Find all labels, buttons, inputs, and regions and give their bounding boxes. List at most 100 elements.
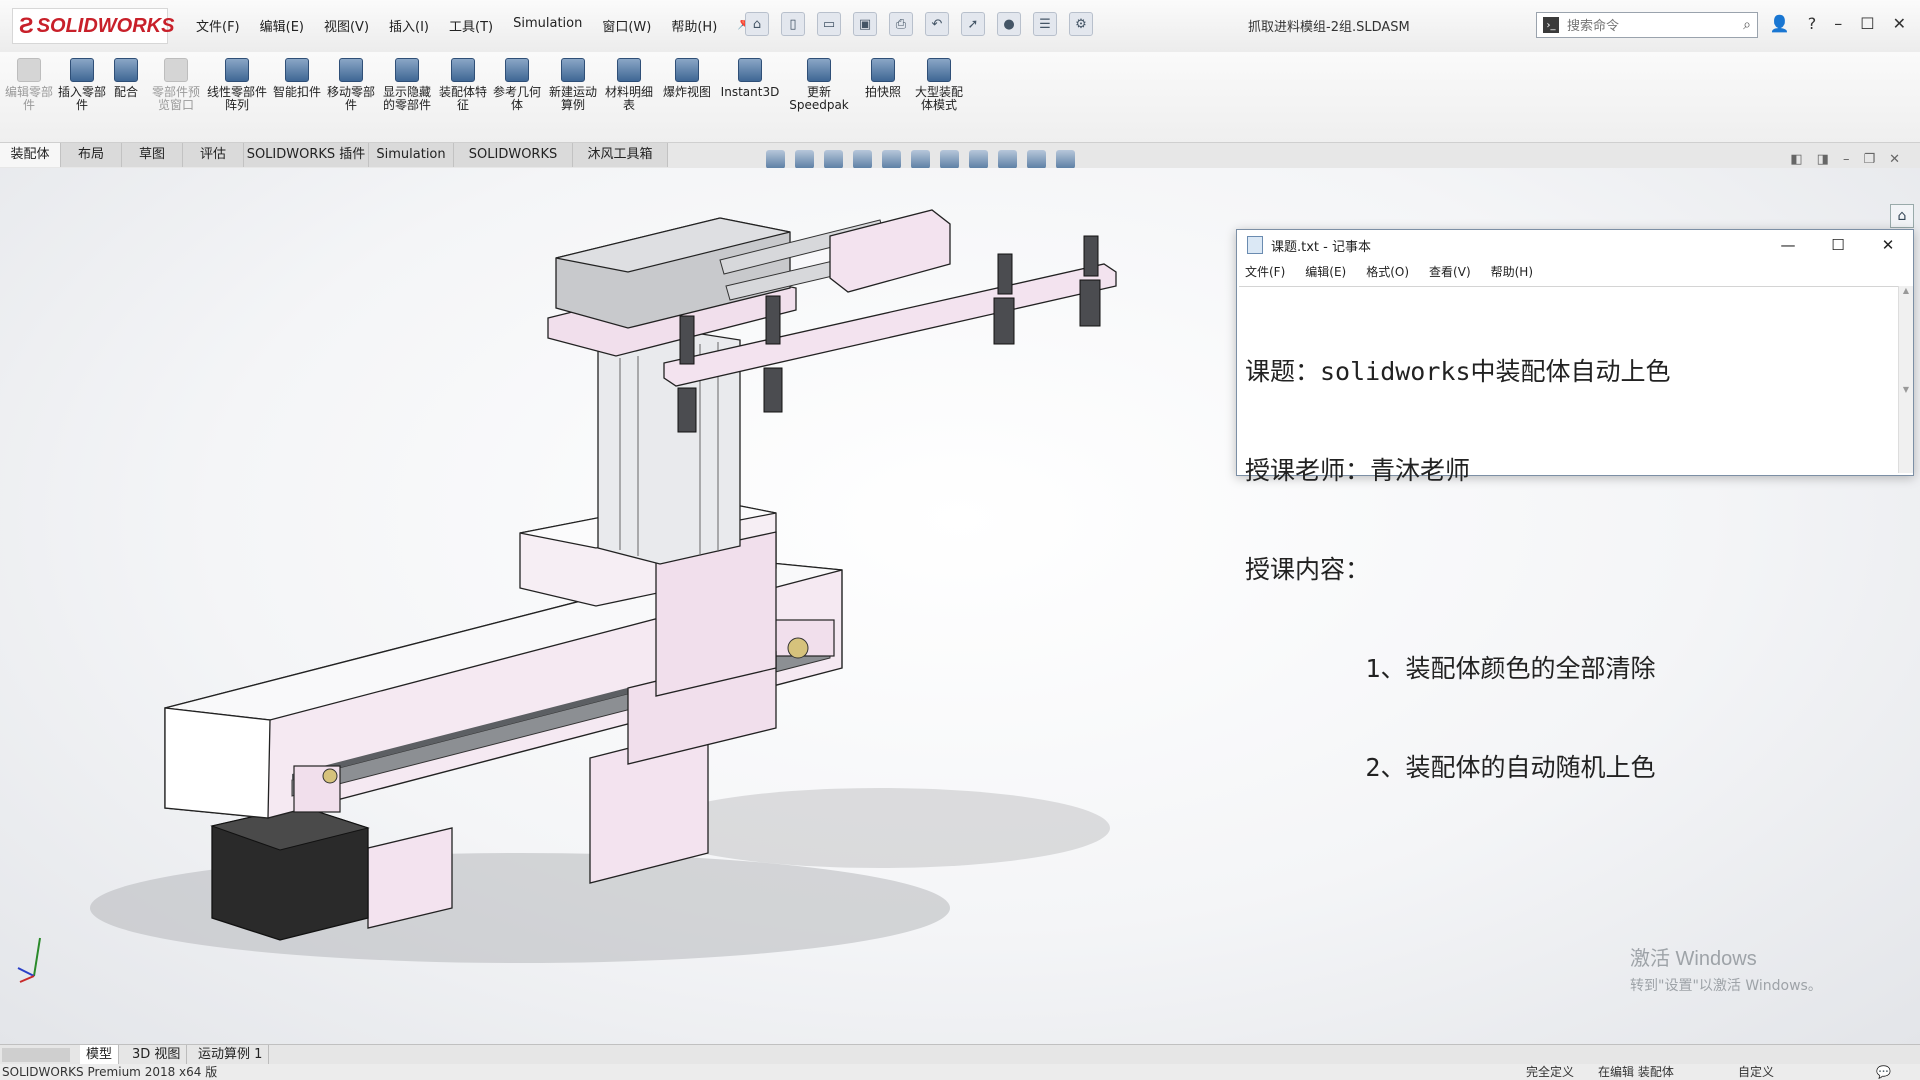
undo-icon[interactable]: ↶ (925, 12, 949, 36)
previous-view-icon[interactable] (824, 150, 843, 169)
tab-assembly[interactable]: 装配体 (0, 143, 61, 167)
notepad-menu-help[interactable]: 帮助(H) (1491, 263, 1533, 280)
solidworks-logo[interactable]: Ƨ SOLIDWORKS (12, 8, 174, 44)
doc-close-button[interactable]: ✕ (1889, 152, 1900, 167)
view-orientation-icon[interactable] (911, 150, 930, 169)
section-view-icon[interactable] (853, 150, 872, 169)
show-hidden-button[interactable]: 显示隐藏的零部件 (378, 58, 436, 112)
instant3d-button[interactable]: Instant3D (718, 58, 782, 99)
menu-window[interactable]: 窗口(W) (602, 16, 651, 35)
notepad-menu-file[interactable]: 文件(F) (1245, 263, 1285, 280)
notepad-text-area[interactable]: 课题：solidworks中装配体自动上色 授课老师：青沐老师 授课内容： 1、… (1239, 286, 1899, 782)
exploded-view-icon (675, 58, 699, 82)
help-icon[interactable]: ? (1808, 14, 1817, 33)
search-command-box[interactable]: ›_ ⌕ (1536, 12, 1758, 38)
menu-edit[interactable]: 编辑(E) (260, 16, 304, 35)
bearing (787, 637, 809, 659)
new-motion-study-button[interactable]: 新建运动算例 (546, 58, 600, 112)
tab-sketch[interactable]: 草图 (122, 143, 183, 167)
notepad-close-button[interactable]: ✕ (1863, 230, 1913, 260)
new-document-icon[interactable]: ▯ (781, 12, 805, 36)
linear-pattern-icon (225, 58, 249, 82)
assembly-features-button[interactable]: 装配体特征 (436, 58, 490, 112)
close-button[interactable]: ✕ (1893, 14, 1906, 33)
notepad-maximize-button[interactable]: ☐ (1813, 230, 1863, 260)
notepad-minimize-button[interactable]: — (1763, 230, 1813, 260)
tab-mufeng-toolbox[interactable]: 沐风工具箱 (573, 143, 668, 167)
doc-restore-button[interactable]: ❐ (1863, 152, 1875, 167)
traffic-light-icon[interactable]: ● (997, 12, 1021, 36)
tooltip-icon[interactable]: 💬 (1876, 1064, 1891, 1080)
open-folder-icon[interactable]: ▭ (817, 12, 841, 36)
take-snapshot-button[interactable]: 拍快照 (856, 58, 910, 99)
display-style-icon[interactable] (940, 150, 959, 169)
tile-right-icon[interactable]: ◨ (1817, 152, 1829, 167)
edit-appearance-icon[interactable] (998, 150, 1017, 169)
apply-scene-icon[interactable] (1027, 150, 1046, 169)
status-bar: SOLIDWORKS Premium 2018 x64 版 完全定义 在编辑 装… (0, 1064, 1920, 1080)
doc-minimize-button[interactable]: – (1843, 152, 1850, 167)
menu-file[interactable]: 文件(F) (196, 16, 240, 35)
update-speedpak-button[interactable]: 更新Speedpak (786, 58, 852, 112)
zoom-to-fit-icon[interactable] (766, 150, 785, 169)
status-editing: 在编辑 装配体 (1598, 1065, 1674, 1079)
exploded-view-button[interactable]: 爆炸视图 (660, 58, 714, 99)
status-custom-units[interactable]: 自定义 (1738, 1064, 1774, 1080)
move-component-button[interactable]: 移动零部件 (324, 58, 378, 112)
menu-insert[interactable]: 插入(I) (389, 16, 429, 35)
search-icon[interactable]: ⌕ (1743, 17, 1751, 33)
view-home-icon[interactable]: ⌂ (1890, 204, 1914, 228)
edit-component-button[interactable]: 编辑零部件 (2, 58, 56, 112)
tab-layout[interactable]: 布局 (61, 143, 122, 167)
model-view-tabs: 模型 3D 视图 运动算例 1 (0, 1044, 1920, 1065)
reference-geometry-button[interactable]: 参考几何体 (490, 58, 544, 112)
menu-simulation[interactable]: Simulation (513, 16, 582, 35)
menu-view[interactable]: 视图(V) (324, 16, 369, 35)
user-icon[interactable]: 👤 (1770, 14, 1790, 33)
notepad-menu-view[interactable]: 查看(V) (1429, 263, 1471, 280)
menu-help[interactable]: 帮助(H) (671, 16, 717, 35)
tile-left-icon[interactable]: ◧ (1790, 152, 1802, 167)
home-icon[interactable]: ⌂ (745, 12, 769, 36)
notepad-menu-edit[interactable]: 编辑(E) (1305, 263, 1346, 280)
search-input[interactable] (1565, 16, 1719, 34)
menu-bar: 文件(F) 编辑(E) 视图(V) 插入(I) 工具(T) Simulation… (196, 16, 753, 35)
text-line: 授课老师：青沐老师 (1245, 456, 1471, 485)
tab-solidworks-addins[interactable]: SOLIDWORKS 插件 (244, 143, 369, 167)
insert-component-button[interactable]: 插入零部件 (55, 58, 109, 112)
tab-motion-study-1[interactable]: 运动算例 1 (192, 1045, 270, 1065)
notepad-menu-format[interactable]: 格式(O) (1366, 263, 1409, 280)
tab-model[interactable]: 模型 (80, 1045, 120, 1065)
tab-3d-views[interactable]: 3D 视图 (126, 1045, 188, 1065)
linear-pattern-button[interactable]: 线性零部件阵列 (206, 58, 268, 112)
select-arrow-icon[interactable]: ➚ (961, 12, 985, 36)
zoom-to-area-icon[interactable] (795, 150, 814, 169)
options-gear-icon[interactable]: ⚙ (1069, 12, 1093, 36)
instant3d-icon (738, 58, 762, 82)
file-properties-icon[interactable]: ☰ (1033, 12, 1057, 36)
tab-evaluate[interactable]: 评估 (183, 143, 244, 167)
mate-button[interactable]: 配合 (103, 58, 149, 99)
smart-fasteners-button[interactable]: 智能扣件 (270, 58, 324, 99)
tab-scroll-arrows[interactable] (2, 1048, 70, 1062)
tab-solidworks-mbd[interactable]: SOLIDWORKS MBD (454, 143, 573, 186)
windows-activation-watermark: 激活 Windows 转到"设置"以激活 Windows。 (1630, 942, 1822, 995)
view-settings-icon[interactable] (1056, 150, 1075, 169)
maximize-button[interactable]: ☐ (1860, 14, 1874, 33)
save-icon[interactable]: ▣ (853, 12, 877, 36)
bill-of-materials-button[interactable]: 材料明细表 (602, 58, 656, 112)
tab-simulation[interactable]: Simulation (369, 143, 454, 167)
large-assembly-mode-button[interactable]: 大型装配体模式 (910, 58, 968, 112)
notepad-menu-bar: 文件(F) 编辑(E) 格式(O) 查看(V) 帮助(H) (1237, 260, 1913, 282)
menu-tools[interactable]: 工具(T) (449, 16, 493, 35)
dynamic-annotation-icon[interactable] (882, 150, 901, 169)
notepad-scrollbar[interactable]: ▲ ▼ (1898, 286, 1913, 473)
camera-icon (871, 58, 895, 82)
title-bar: Ƨ SOLIDWORKS 文件(F) 编辑(E) 视图(V) 插入(I) 工具(… (0, 0, 1920, 53)
text-line: 授课内容： (1245, 555, 1371, 584)
component-preview-button[interactable]: 零部件预览窗口 (149, 58, 203, 112)
minimize-button[interactable]: – (1834, 14, 1842, 33)
print-icon[interactable]: ⎙ (889, 12, 913, 36)
hide-show-items-icon[interactable] (969, 150, 988, 169)
notepad-window[interactable]: 课题.txt - 记事本 — ☐ ✕ 文件(F) 编辑(E) 格式(O) 查看(… (1236, 229, 1914, 782)
